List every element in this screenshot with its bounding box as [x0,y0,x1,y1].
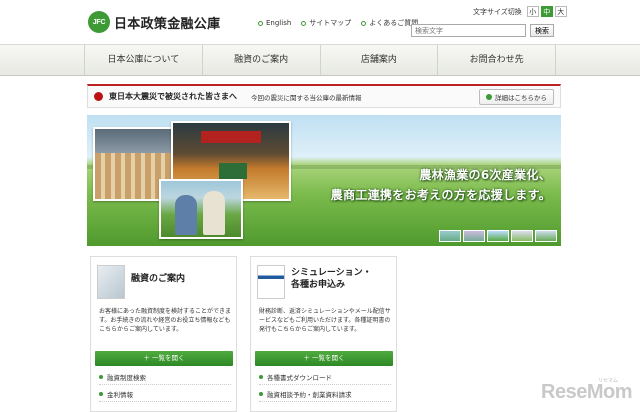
hero-thumb[interactable] [487,230,509,242]
loan-guide-card: 融資のご案内 お客様にあった融資制度を検討することができます。お手続きの流れや経… [90,256,237,412]
hero-thumbnails [439,230,557,242]
nav-item-branches[interactable]: 店舗案内 [321,45,439,75]
bullet-icon [99,375,103,379]
font-size-small-button[interactable]: 小 [526,6,539,17]
hero-thumb[interactable] [439,230,461,242]
utility-links: English サイトマップ よくあるご質問 [258,18,418,28]
card-description: 財務診断、返済シミュレーションやメール配信サービスなどもご利用いただけます。各種… [259,308,391,333]
search-input[interactable] [411,24,526,37]
consultation-booking-link[interactable]: 融資相談予約・創業資料請求 [259,387,391,402]
bullet-icon [99,392,103,396]
document-image [257,265,285,299]
farmers-photo [159,179,243,239]
card-title[interactable]: 融資のご案内 [131,273,185,285]
hero-line-2: 農商工連携をお考えの方を応援します。 [330,188,551,202]
arrow-icon [486,93,492,100]
nav-item-loans[interactable]: 融資のご案内 [203,45,321,75]
font-size-large-button[interactable]: 大 [554,6,567,17]
hero-thumb[interactable] [511,230,533,242]
nav-item-about[interactable]: 日本公庫について [84,45,203,75]
form-download-link[interactable]: 各種書式ダウンロード [259,370,391,385]
watermark-kana: リセマム [597,378,618,384]
global-nav: 日本公庫について 融資のご案内 店舗案内 お問合わせ先 [0,44,640,76]
hero-banner[interactable]: 農林漁業の6次産業化、 農商工連携をお考えの方を応援します。 [87,115,561,246]
sitemap-link[interactable]: サイトマップ [301,18,351,28]
hand-mouse-image [97,265,125,299]
font-size-switcher: 文字サイズ切換 小 中 大 [473,6,567,17]
hero-thumb[interactable] [463,230,485,242]
faq-link[interactable]: よくあるご質問 [361,18,418,28]
logo-text: 日本政策金融公庫 [114,16,221,32]
search-button[interactable]: 検索 [530,24,554,37]
bullet-icon [258,20,263,26]
bullet-icon [259,392,263,396]
watermark-brand: ReseMom [541,381,632,403]
notice-more-button[interactable]: 詳細はこちらから [479,88,554,105]
resemom-watermark: リセマム ReseMom [541,378,632,404]
logo-mark: JFC [88,11,110,33]
loan-search-link[interactable]: 融資制度検索 [99,370,231,385]
interest-rate-link[interactable]: 金利情報 [99,387,231,402]
hero-line-1: 農林漁業の6次産業化、 [419,168,551,182]
simulation-card: シミュレーション・ 各種お申込み 財務診断、返済シミュレーションやメール配信サー… [250,256,397,412]
bullet-icon [259,375,263,379]
notice-title[interactable]: 東日本大震災で被災された皆さまへ [109,91,237,102]
card-description: お客様にあった融資制度を検討することができます。お手続きの流れや経営のお役立ち情… [99,308,232,333]
nav-item-contact[interactable]: お問合わせ先 [438,45,556,75]
open-list-button[interactable]: ＋ 一覧を開く [95,351,233,366]
english-link[interactable]: English [258,18,291,28]
hero-copy: 農林漁業の6次産業化、 農商工連携をお考えの方を応援します。 [307,165,551,205]
bullet-icon [361,20,367,26]
hero-thumb[interactable] [535,230,557,242]
disaster-notice: 東日本大震災で被災された皆さまへ 今回の震災に関する当公庫の最新情報 詳細はこち… [87,84,561,108]
font-size-label: 文字サイズ切換 [473,7,522,16]
open-list-button[interactable]: ＋ 一覧を開く [255,351,393,366]
alert-icon [94,92,103,101]
site-header: JFC 日本政策金融公庫 English サイトマップ よくあるご質問 文字サイ… [0,0,640,44]
card-title[interactable]: シミュレーション・ 各種お申込み [291,267,372,291]
site-search: 検索 [411,24,554,37]
notice-subtitle: 今回の震災に関する当公庫の最新情報 [251,93,362,102]
bullet-icon [301,20,307,26]
site-logo[interactable]: JFC 日本政策金融公庫 [88,11,220,33]
font-size-medium-button[interactable]: 中 [540,6,553,17]
